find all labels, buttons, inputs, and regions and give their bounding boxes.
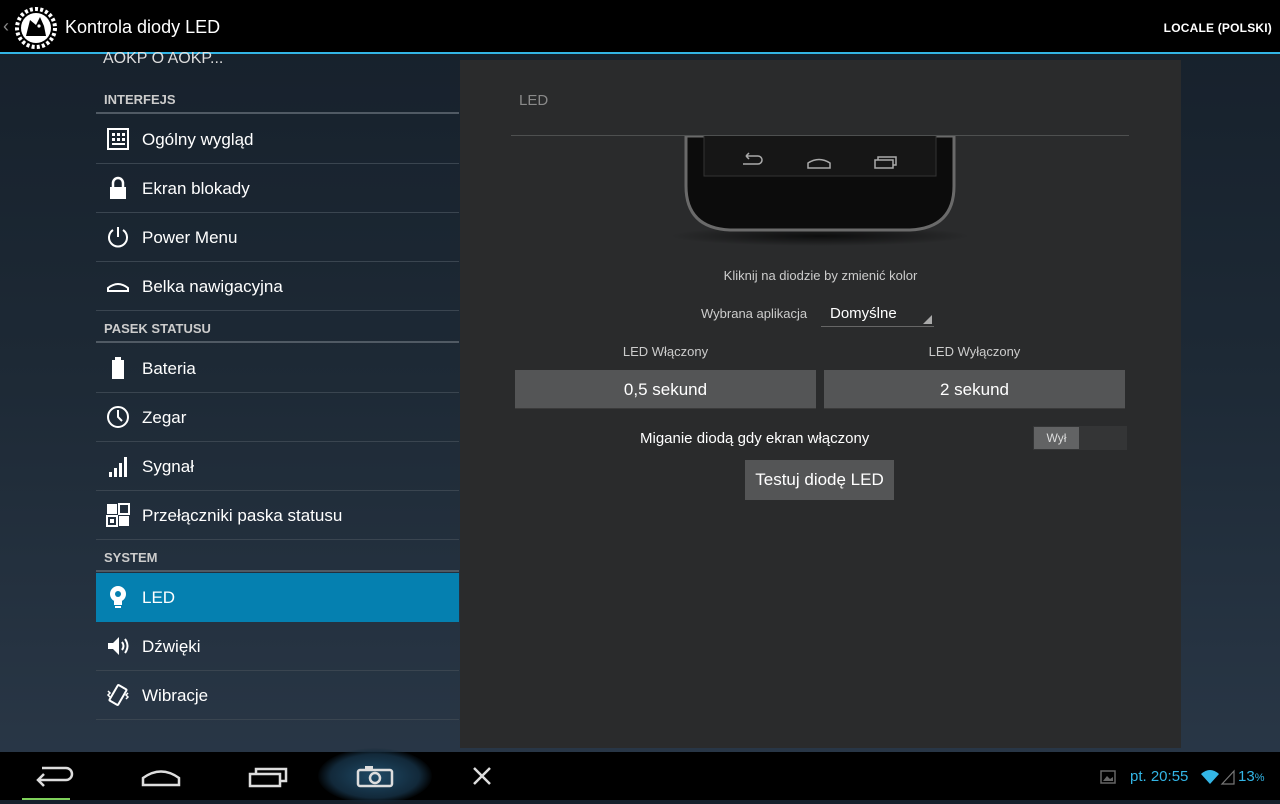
clock-icon	[107, 406, 129, 428]
app-dropdown[interactable]: Domyślne	[821, 300, 934, 327]
test-led-button[interactable]: Testuj diodę LED	[745, 460, 894, 500]
selected-app-label: Wybrana aplikacja	[701, 306, 808, 321]
battery-value: 13	[1238, 768, 1255, 785]
sidebar-item-clock[interactable]: Zegar	[96, 393, 459, 442]
screenshot-camera-icon[interactable]	[343, 752, 407, 800]
section-header-label: PASEK STATUSU	[104, 321, 211, 336]
led-off-label: LED Wyłączony	[928, 344, 1021, 359]
locale-button[interactable]: LOCALE (POLSKI)	[1164, 21, 1272, 35]
battery-level: 13%	[1238, 768, 1264, 785]
signal-icon	[109, 457, 127, 477]
battery-icon	[112, 357, 124, 379]
led-settings-panel: LED Kliknij na diodzie by zmienić kolor …	[460, 60, 1181, 748]
blink-screen-on-toggle[interactable]: Wył	[1033, 426, 1127, 450]
page-title: Kontrola diody LED	[65, 17, 221, 37]
toggle-knob: Wył	[1034, 427, 1079, 449]
sidebar-item-label: Ekran blokady	[142, 179, 250, 198]
up-chevron-icon[interactable]: ‹	[3, 16, 9, 37]
speaker-icon	[108, 637, 129, 655]
home-icon[interactable]	[129, 752, 193, 800]
sidebar-item-signal[interactable]: Sygnał	[96, 442, 459, 491]
app-dropdown-value: Domyślne	[830, 305, 897, 322]
sidebar-item-led[interactable]: LED	[96, 573, 459, 622]
sidebar-item-about[interactable]: AOKP O AOKP...	[103, 50, 223, 68]
close-icon[interactable]	[450, 752, 514, 800]
back-icon[interactable]	[22, 752, 86, 800]
section-header-label: INTERFEJS	[104, 92, 176, 107]
lock-icon	[110, 176, 126, 199]
blink-screen-on-label: Miganie diodą gdy ekran włączony	[640, 430, 870, 447]
panel-title: LED	[519, 92, 549, 109]
led-on-duration-button[interactable]: 0,5 sekund	[515, 370, 816, 409]
status-clock: pt. 20:55	[1130, 768, 1189, 785]
led-off-duration-button[interactable]: 2 sekund	[824, 370, 1125, 409]
settings-sidebar: AOKP O AOKP... INTERFEJS Ogólny wygląd E…	[96, 50, 459, 750]
gallery-notification-icon	[1100, 770, 1116, 784]
recent-apps-icon[interactable]	[236, 752, 300, 800]
toggles-icon	[106, 503, 130, 527]
sidebar-item-label: Bateria	[142, 359, 196, 378]
sidebar-item-general[interactable]: Ogólny wygląd	[96, 115, 459, 164]
sidebar-item-power-menu[interactable]: Power Menu	[96, 213, 459, 262]
vibrate-icon	[106, 684, 130, 706]
wolf-gear-logo-icon[interactable]	[14, 6, 58, 50]
section-header-interface: INTERFEJS	[96, 84, 459, 114]
sidebar-item-label: Power Menu	[142, 228, 238, 247]
battery-unit: %	[1254, 772, 1265, 784]
sidebar-item-statusbar-toggles[interactable]: Przełączniki paska statusu	[96, 491, 459, 540]
system-nav-bar: pt. 20:55 13%	[0, 748, 1280, 804]
sidebar-item-label: LED	[142, 588, 176, 607]
action-bar: ‹ Kontrola diody LED LOCALE (POLSKI)	[0, 0, 1280, 54]
phone-preview-image[interactable]	[670, 136, 970, 246]
sidebar-item-battery[interactable]: Bateria	[96, 344, 459, 393]
section-header-system: SYSTEM	[96, 542, 459, 572]
sidebar-item-label: Dźwięki	[142, 637, 201, 656]
home-bar-icon	[107, 283, 129, 292]
sidebar-item-label: Przełączniki paska statusu	[142, 506, 343, 525]
power-icon	[108, 227, 128, 248]
dropdown-corner-icon	[923, 315, 932, 324]
sidebar-item-label: Sygnał	[142, 457, 194, 476]
sidebar-item-lockscreen[interactable]: Ekran blokady	[96, 164, 459, 213]
section-header-statusbar: PASEK STATUSU	[96, 313, 459, 343]
sidebar-item-navbar[interactable]: Belka nawigacyjna	[96, 262, 459, 311]
status-area[interactable]: pt. 20:55 13%	[1080, 752, 1280, 800]
wifi-signal-icon	[1201, 769, 1235, 785]
led-on-label: LED Włączony	[622, 344, 709, 359]
sidebar-item-label: Ogólny wygląd	[142, 130, 254, 149]
sidebar-item-label: Wibracje	[142, 686, 209, 705]
sidebar-item-label: Belka nawigacyjna	[142, 277, 283, 296]
led-color-hint: Kliknij na diodzie by zmienić kolor	[723, 268, 918, 283]
bulb-icon	[110, 586, 126, 608]
sidebar-item-sounds[interactable]: Dźwięki	[96, 622, 459, 671]
section-header-label: SYSTEM	[104, 550, 158, 565]
sidebar-item-label: Zegar	[142, 408, 187, 427]
sidebar-item-vibration[interactable]: Wibracje	[96, 671, 459, 720]
grid-icon	[107, 128, 129, 150]
